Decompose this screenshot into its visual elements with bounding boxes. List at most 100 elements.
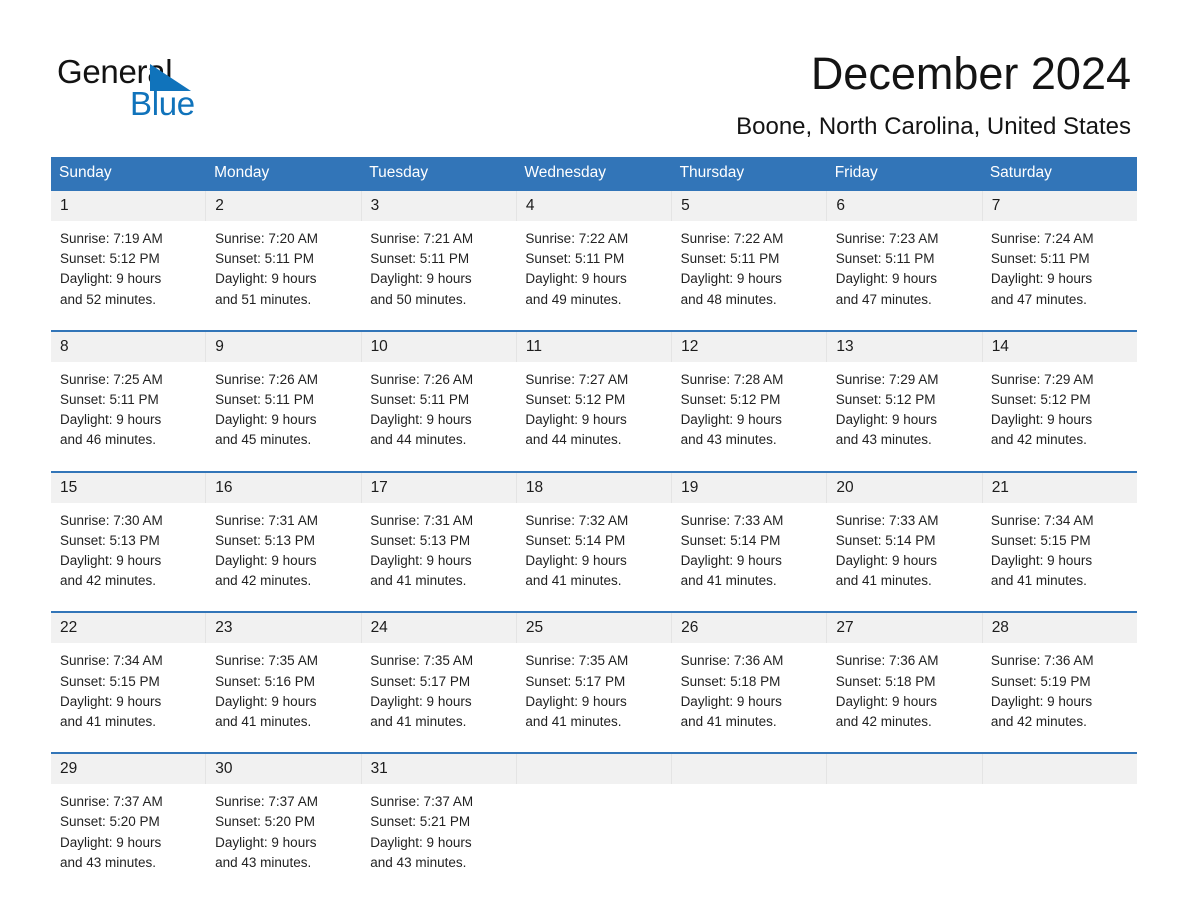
day-number[interactable]: 12 <box>672 331 828 362</box>
day-number[interactable]: 10 <box>362 331 517 362</box>
daylight-text-line2: and 42 minutes. <box>215 573 312 589</box>
daylight-text-line2: and 49 minutes. <box>525 291 622 307</box>
day-number[interactable]: 26 <box>672 613 828 644</box>
general-blue-logo[interactable]: General Blue <box>57 54 317 124</box>
daylight-text-line2: and 41 minutes. <box>680 573 777 589</box>
daylight-text-line1: Daylight: 9 hours <box>990 553 1093 569</box>
day-number[interactable]: 23 <box>206 613 362 644</box>
day-number[interactable]: 15 <box>51 472 207 503</box>
sunrise-text: Sunrise: 7:26 AM <box>215 371 318 387</box>
page-header: General Blue December 2024 Boone, North … <box>0 0 1188 155</box>
daylight-text-line1: Daylight: 9 hours <box>370 412 472 428</box>
daylight-text-line1: Daylight: 9 hours <box>215 553 317 569</box>
daylight-text-line2: and 43 minutes. <box>680 432 777 448</box>
sunset-text: Sunset: 5:12 PM <box>525 392 626 408</box>
day-cell: Sunrise: 7:37 AM Sunset: 5:20 PM Dayligh… <box>51 784 206 893</box>
day-number[interactable]: 29 <box>51 754 207 785</box>
daylight-text-line2: and 48 minutes. <box>680 291 777 307</box>
day-cell: Sunrise: 7:30 AM Sunset: 5:13 PM Dayligh… <box>51 503 206 612</box>
calendar-page: General Blue December 2024 Boone, North … <box>0 0 1188 918</box>
day-number-empty <box>983 754 1137 784</box>
day-cell: Sunrise: 7:20 AM Sunset: 5:11 PM Dayligh… <box>206 221 361 330</box>
day-number[interactable]: 19 <box>672 472 828 503</box>
day-number[interactable]: 31 <box>362 754 517 785</box>
day-number[interactable]: 2 <box>206 191 362 221</box>
daylight-text-line1: Daylight: 9 hours <box>525 693 627 709</box>
day-number[interactable]: 25 <box>517 613 673 644</box>
sunset-text: Sunset: 5:12 PM <box>990 392 1091 408</box>
sunset-text: Sunset: 5:14 PM <box>835 532 936 548</box>
day-number[interactable]: 3 <box>362 191 517 221</box>
daylight-text-line2: and 46 minutes. <box>60 432 157 448</box>
daylight-text-line1: Daylight: 9 hours <box>370 693 472 709</box>
day-number[interactable]: 28 <box>983 613 1137 643</box>
day-cell: Sunrise: 7:35 AM Sunset: 5:16 PM Dayligh… <box>206 643 361 752</box>
day-cell-empty <box>516 784 671 893</box>
day-cell-empty <box>827 784 982 893</box>
daylight-text-line1: Daylight: 9 hours <box>990 412 1093 428</box>
day-detail-band: Sunrise: 7:34 AM Sunset: 5:15 PM Dayligh… <box>51 643 1137 753</box>
daylight-text-line1: Daylight: 9 hours <box>990 693 1093 709</box>
daylight-text-line2: and 47 minutes. <box>990 291 1087 307</box>
sunset-text: Sunset: 5:12 PM <box>60 251 160 267</box>
day-number[interactable]: 1 <box>51 191 207 221</box>
day-number[interactable]: 7 <box>983 191 1137 221</box>
day-number[interactable]: 17 <box>362 472 517 503</box>
sunset-text: Sunset: 5:11 PM <box>990 251 1090 267</box>
day-number[interactable]: 27 <box>827 613 983 644</box>
sunrise-text: Sunrise: 7:30 AM <box>60 512 163 528</box>
sunrise-text: Sunrise: 7:34 AM <box>60 653 163 669</box>
day-cell: Sunrise: 7:35 AM Sunset: 5:17 PM Dayligh… <box>516 643 671 752</box>
day-number[interactable]: 9 <box>206 331 362 362</box>
sunset-text: Sunset: 5:11 PM <box>680 251 780 267</box>
sunset-text: Sunset: 5:20 PM <box>60 814 160 830</box>
day-detail-band: Sunrise: 7:25 AM Sunset: 5:11 PM Dayligh… <box>51 361 1137 471</box>
day-number[interactable]: 21 <box>983 473 1137 503</box>
weekday-header-wednesday: Wednesday <box>524 164 606 181</box>
day-number[interactable]: 30 <box>206 754 362 785</box>
day-cell: Sunrise: 7:32 AM Sunset: 5:14 PM Dayligh… <box>516 503 671 612</box>
sunset-text: Sunset: 5:13 PM <box>370 532 471 548</box>
day-number[interactable]: 18 <box>517 472 673 503</box>
daylight-text-line1: Daylight: 9 hours <box>680 553 782 569</box>
day-number[interactable]: 24 <box>362 613 517 644</box>
sunrise-text: Sunrise: 7:20 AM <box>215 231 318 246</box>
daylight-text-line1: Daylight: 9 hours <box>525 553 627 569</box>
day-number[interactable]: 8 <box>51 331 207 362</box>
sunrise-text: Sunrise: 7:21 AM <box>370 231 474 246</box>
day-number[interactable]: 4 <box>517 191 673 221</box>
page-title: December 2024 <box>810 48 1131 99</box>
day-number[interactable]: 11 <box>517 331 673 362</box>
day-number[interactable]: 16 <box>206 472 362 503</box>
daylight-text-line1: Daylight: 9 hours <box>835 553 938 569</box>
month-calendar: Sunday Monday Tuesday Wednesday Thursday… <box>51 157 1137 894</box>
day-number[interactable]: 20 <box>827 472 983 503</box>
sunset-text: Sunset: 5:16 PM <box>215 673 315 689</box>
day-number[interactable]: 14 <box>983 332 1137 362</box>
sunrise-text: Sunrise: 7:23 AM <box>835 231 939 246</box>
day-number[interactable]: 6 <box>827 191 983 221</box>
sunrise-text: Sunrise: 7:31 AM <box>370 512 474 528</box>
daylight-text-line1: Daylight: 9 hours <box>525 271 627 287</box>
sunset-text: Sunset: 5:19 PM <box>990 673 1091 689</box>
weekday-header-thursday: Thursday <box>679 164 745 181</box>
calendar-week-row: 8 9 10 11 12 13 14 Sunrise: 7:25 AM Suns… <box>51 329 1137 471</box>
day-number[interactable]: 22 <box>51 613 207 644</box>
weekday-header-sunday: Sunday <box>59 164 112 181</box>
sunset-text: Sunset: 5:12 PM <box>835 392 936 408</box>
day-cell: Sunrise: 7:23 AM Sunset: 5:11 PM Dayligh… <box>827 221 982 330</box>
daylight-text-line2: and 42 minutes. <box>60 573 157 589</box>
daylight-text-line1: Daylight: 9 hours <box>60 834 162 850</box>
day-number[interactable]: 5 <box>672 191 828 221</box>
daylight-text-line2: and 41 minutes. <box>990 573 1087 589</box>
daylight-text-line1: Daylight: 9 hours <box>680 693 782 709</box>
calendar-week-row: 22 23 24 25 26 27 28 Sunrise: 7:34 AM Su… <box>51 611 1137 753</box>
sunrise-text: Sunrise: 7:36 AM <box>990 653 1094 669</box>
day-number[interactable]: 13 <box>827 331 983 362</box>
sunset-text: Sunset: 5:17 PM <box>525 673 626 689</box>
sunset-text: Sunset: 5:14 PM <box>680 532 781 548</box>
daylight-text-line1: Daylight: 9 hours <box>60 412 162 428</box>
sunset-text: Sunset: 5:11 PM <box>215 251 314 267</box>
daylight-text-line1: Daylight: 9 hours <box>835 412 938 428</box>
day-cell-empty <box>982 784 1137 893</box>
